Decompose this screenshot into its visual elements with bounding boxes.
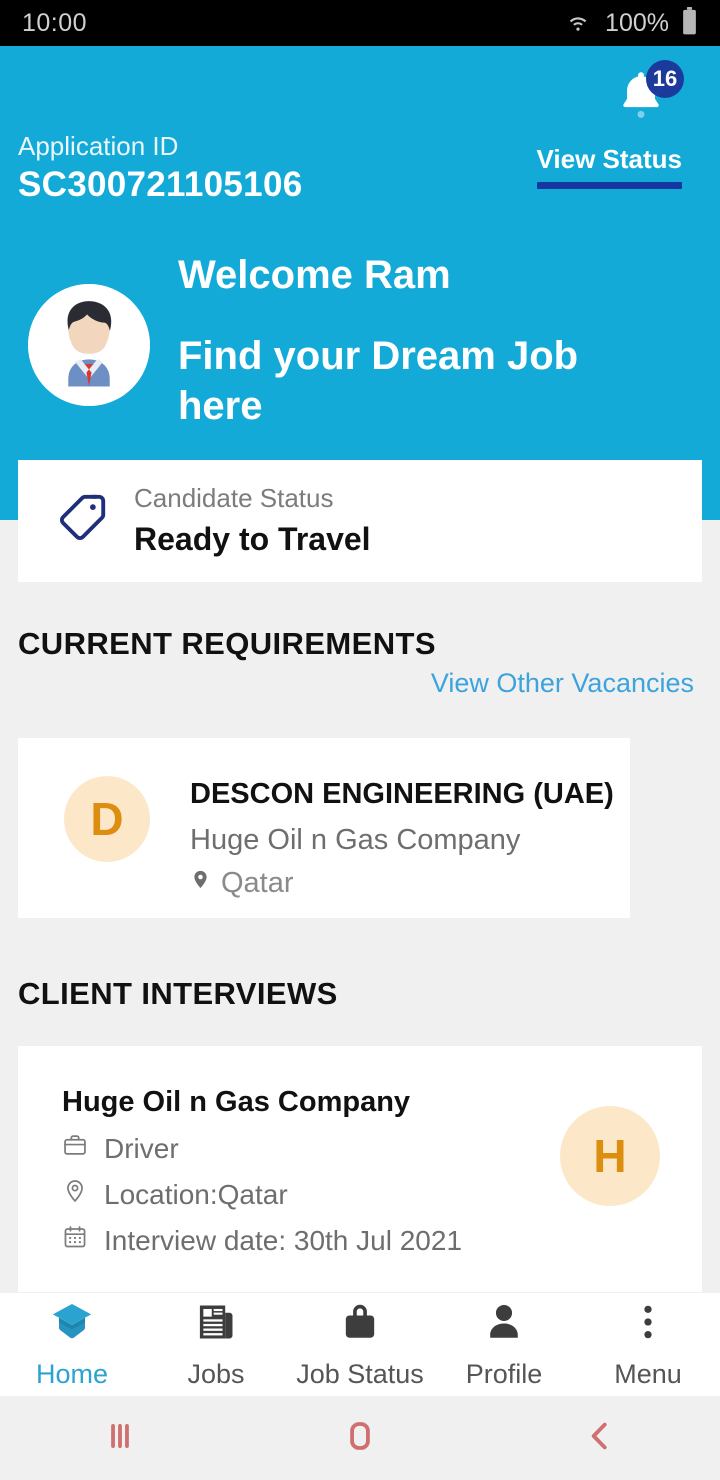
system-status-bar: 10:00 100% xyxy=(0,0,720,46)
requirement-card[interactable]: D DESCON ENGINEERING (UAE) Huge Oil n Ga… xyxy=(18,738,630,918)
tab-job-status-label: Job Status xyxy=(296,1359,424,1389)
tag-icon xyxy=(50,488,112,555)
person-icon xyxy=(481,1299,527,1350)
back-chevron-icon xyxy=(581,1417,619,1460)
battery-percent-label: 100% xyxy=(605,8,669,37)
briefcase-bag-icon xyxy=(337,1299,383,1350)
candidate-status-card[interactable]: Candidate Status Ready to Travel xyxy=(18,460,702,582)
requirement-location-text: Qatar xyxy=(221,866,294,899)
tab-menu[interactable]: Menu xyxy=(576,1299,720,1390)
view-other-vacancies-link[interactable]: View Other Vacancies xyxy=(431,668,694,699)
calendar-icon xyxy=(62,1224,88,1257)
welcome-tagline: Find your Dream Job here xyxy=(178,334,579,428)
view-status-button[interactable]: View Status xyxy=(536,130,682,189)
user-avatar-illustration xyxy=(28,284,150,406)
three-dots-icon xyxy=(625,1299,671,1350)
bell-icon xyxy=(610,72,672,130)
application-id-label: Application ID xyxy=(18,131,179,161)
avatar[interactable] xyxy=(28,284,150,406)
requirement-description: Huge Oil n Gas Company xyxy=(190,823,521,856)
candidate-status-value: Ready to Travel xyxy=(134,520,371,557)
notification-bell-button[interactable]: 16 xyxy=(610,60,684,126)
tab-job-status[interactable]: Job Status xyxy=(288,1299,432,1390)
android-navigation-bar xyxy=(0,1396,720,1480)
application-id-value: SC300721105106 xyxy=(18,164,303,204)
interview-role-text: Driver xyxy=(104,1132,179,1164)
interview-card[interactable]: Huge Oil n Gas Company Driver Location:Q… xyxy=(18,1046,702,1292)
welcome-text: Welcome Ram Find your Dream Job here xyxy=(178,251,648,431)
requirement-company-name: DESCON ENGINEERING (UAE) xyxy=(190,778,614,810)
tab-jobs-label: Jobs xyxy=(187,1359,245,1389)
tab-home[interactable]: Home xyxy=(0,1299,144,1390)
interview-date-text: Interview date: 30th Jul 2021 xyxy=(104,1224,463,1256)
app-header: 16 Application ID SC300721105106 View St… xyxy=(0,46,720,520)
tab-profile-label: Profile xyxy=(465,1359,543,1389)
tab-profile[interactable]: Profile xyxy=(432,1299,576,1390)
view-status-label: View Status xyxy=(536,144,682,174)
view-status-underline xyxy=(536,182,682,189)
location-pin-icon xyxy=(190,866,211,901)
wifi-icon xyxy=(563,9,593,38)
welcome-greeting: Welcome Ram xyxy=(178,253,451,297)
tab-menu-label: Menu xyxy=(614,1359,682,1389)
company-initial-avatar: D xyxy=(64,776,150,862)
client-interviews-heading: CLIENT INTERVIEWS xyxy=(18,976,338,1011)
home-button[interactable] xyxy=(240,1417,480,1460)
tab-home-label: Home xyxy=(35,1359,109,1389)
recents-icon xyxy=(101,1417,139,1460)
back-button[interactable] xyxy=(480,1417,720,1460)
application-id-row: Application ID SC300721105106 View Statu… xyxy=(0,130,720,206)
status-bar-clock: 10:00 xyxy=(22,8,88,37)
battery-icon xyxy=(681,6,698,40)
welcome-row: Welcome Ram Find your Dream Job here xyxy=(0,251,720,431)
candidate-status-label: Candidate Status xyxy=(134,482,334,513)
tab-jobs[interactable]: Jobs xyxy=(144,1299,288,1390)
briefcase-icon xyxy=(62,1132,88,1165)
recents-button[interactable] xyxy=(0,1417,240,1460)
interview-location-text: Location:Qatar xyxy=(104,1178,288,1210)
graduation-cap-icon xyxy=(46,1299,98,1350)
bottom-tab-bar: Home Jobs Job Status Profile Menu xyxy=(0,1293,720,1396)
newspaper-icon xyxy=(193,1299,239,1350)
location-pin-icon xyxy=(62,1178,88,1211)
interview-date-row: Interview date: 30th Jul 2021 xyxy=(62,1224,702,1257)
phone-screen: 10:00 100% 16 Application ID SC300721105… xyxy=(0,0,720,1480)
notification-badge-count: 16 xyxy=(646,60,684,98)
requirement-location-row: Qatar xyxy=(190,866,614,901)
interview-initial-avatar: H xyxy=(560,1106,660,1206)
current-requirements-heading: CURRENT REQUIREMENTS xyxy=(18,626,436,661)
home-square-icon xyxy=(341,1417,379,1460)
